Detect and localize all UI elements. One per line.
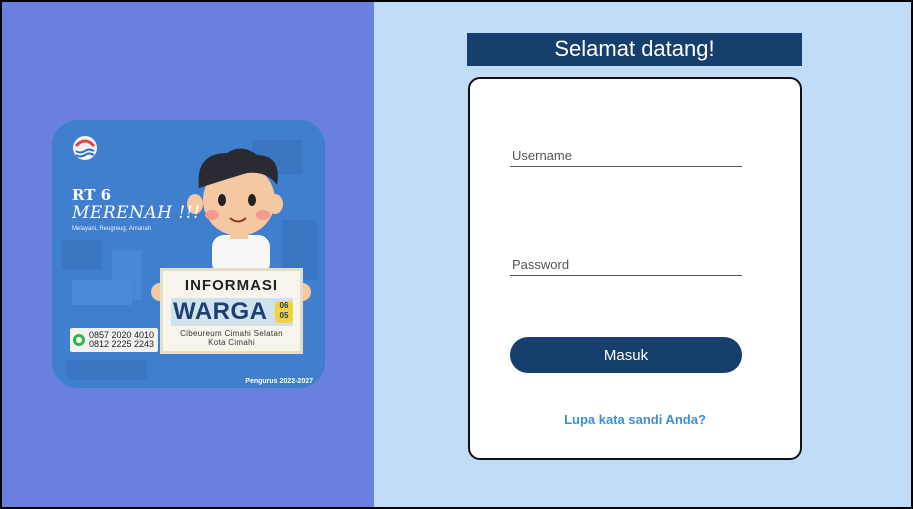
app-frame: RT 6 MERENAH !!! Melayani, Reugreug, Ama… [2, 2, 911, 507]
phone-number-2: 0812 2225 2243 [89, 339, 155, 349]
login-button[interactable]: Masuk [510, 337, 742, 373]
sign-location: Cibeureum Cimahi Selatan Kota Cimahi [163, 329, 300, 347]
poster-image: RT 6 MERENAH !!! Melayani, Reugreug, Ama… [52, 120, 325, 388]
welcome-banner: Selamat datang! [467, 33, 802, 66]
forgot-password-link[interactable]: Lupa kata sandi Anda? [470, 412, 800, 427]
info-sign: INFORMASI WARGA 06 05 Cibeureum Cimahi S… [160, 268, 303, 354]
poster-tagline: Melayani, Reugreug, Amanah [72, 226, 152, 232]
login-card: Masuk Lupa kata sandi Anda? [468, 77, 802, 460]
emblem-icon [73, 136, 97, 160]
sign-location-line-1: Cibeureum Cimahi Selatan [180, 329, 283, 338]
sign-title: INFORMASI [184, 277, 279, 294]
password-input[interactable] [510, 254, 742, 274]
sign-location-line-2: Kota Cimahi [208, 338, 255, 347]
phone-box: 0857 2020 4010 0812 2225 2243 [70, 328, 158, 352]
poster-title: RT 6 [72, 186, 112, 204]
poster-footer: Pengurus 2022-2027 [245, 378, 313, 385]
right-panel: Selamat datang! Masuk Lupa kata sandi An… [374, 2, 911, 507]
poster-subtitle: MERENAH !!! [72, 203, 201, 223]
password-field-wrapper [510, 254, 742, 276]
left-panel: RT 6 MERENAH !!! Melayani, Reugreug, Ama… [2, 2, 374, 507]
whatsapp-icon [73, 334, 85, 346]
sign-word: WARGA [173, 298, 268, 325]
sign-badge: 06 05 [275, 301, 293, 323]
username-field-wrapper [510, 145, 742, 167]
username-input[interactable] [510, 145, 742, 165]
